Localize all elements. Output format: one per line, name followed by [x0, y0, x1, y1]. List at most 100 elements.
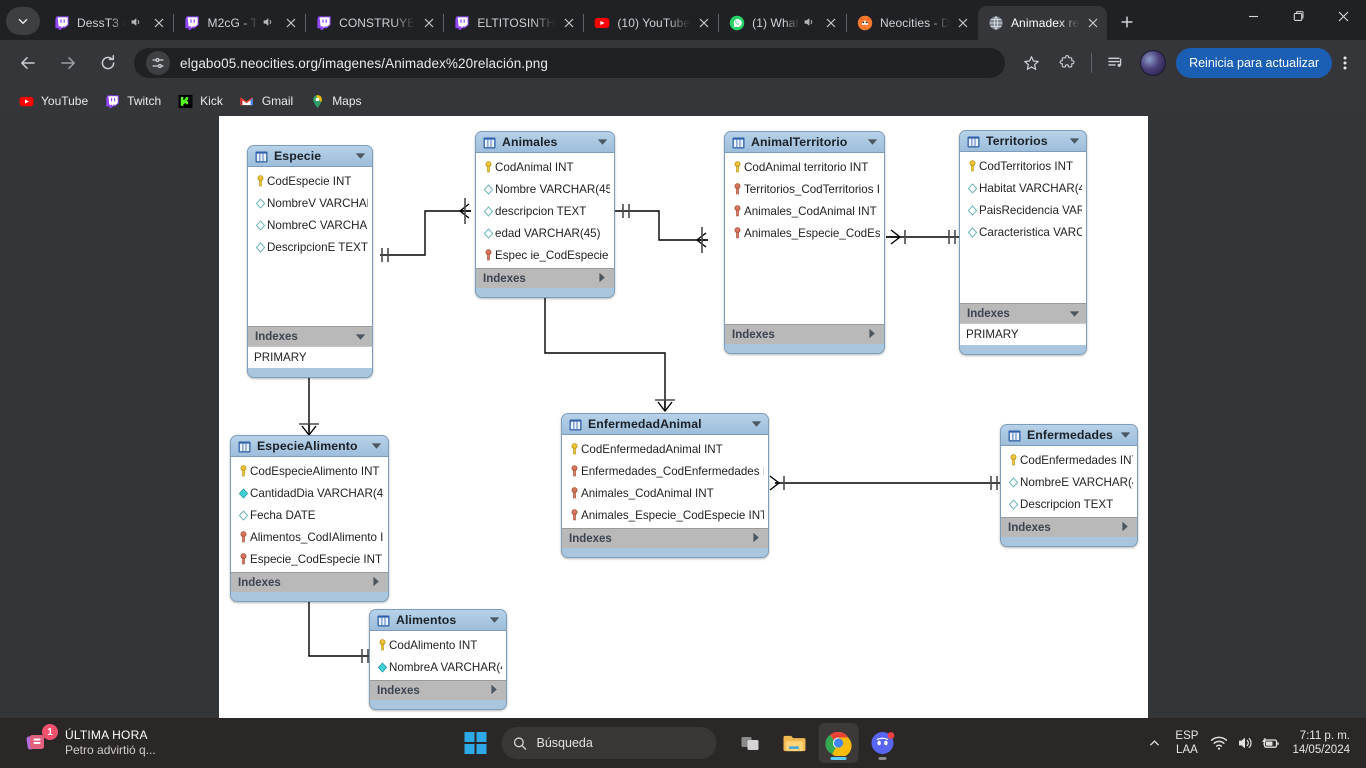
er-column[interactable]: PaisRecidencia VAR...: [960, 199, 1086, 221]
bookmark-item[interactable]: Twitch: [96, 89, 169, 113]
er-column[interactable]: Animales_Especie_CodEspecie INT: [562, 504, 768, 526]
er-table-enfermedades[interactable]: Enfermedades CodEnfermedades INT NombreE V…: [1000, 424, 1138, 547]
er-column[interactable]: Animales_CodAnimal INT: [562, 482, 768, 504]
er-column[interactable]: Especie_CodEspecie INT: [231, 548, 388, 570]
er-table-header[interactable]: EnfermedadAnimal: [562, 414, 768, 435]
er-table-especiealimento[interactable]: EspecieAlimento CodEspecieAlimento INT Can…: [230, 435, 389, 602]
indexes-caret-right-icon[interactable]: [752, 530, 762, 548]
collapse-caret-down-icon[interactable]: [371, 437, 382, 455]
tab-close-icon[interactable]: [560, 15, 577, 32]
task-view-button[interactable]: [731, 723, 771, 763]
back-button[interactable]: [12, 47, 44, 79]
collapse-caret-down-icon[interactable]: [1069, 132, 1080, 150]
language-indicator[interactable]: ESP LAA: [1175, 729, 1198, 757]
er-indexes-bar[interactable]: Indexes: [562, 528, 768, 548]
indexes-caret-down-icon[interactable]: [1069, 305, 1080, 323]
er-column[interactable]: Caracteristica VARC...: [960, 221, 1086, 243]
tab-audio-speaker-icon[interactable]: [129, 15, 145, 32]
er-table-alimentos[interactable]: Alimentos CodAlimento INT NombreA VARCHAR(…: [369, 609, 507, 710]
indexes-caret-right-icon[interactable]: [1121, 519, 1131, 537]
tab-close-icon[interactable]: [823, 15, 840, 32]
er-column[interactable]: Animales_CodAnimal INT: [725, 200, 884, 222]
file-explorer-button[interactable]: [775, 723, 815, 763]
er-column[interactable]: NombreA VARCHAR(45): [370, 656, 506, 678]
indexes-caret-right-icon[interactable]: [490, 682, 500, 700]
er-column[interactable]: Enfermedades_CodEnfermedades INT: [562, 460, 768, 482]
browser-tab[interactable]: Neocities - D: [847, 6, 978, 40]
er-indexes-bar[interactable]: Indexes: [248, 326, 372, 346]
er-column[interactable]: CodTerritorios INT: [960, 155, 1086, 177]
er-column[interactable]: CodAnimal territorio INT: [725, 156, 884, 178]
er-table-territorios[interactable]: Territorios CodTerritorios INT Habitat VAR…: [959, 130, 1087, 355]
volume-icon[interactable]: [1232, 726, 1258, 760]
er-column[interactable]: Nombre VARCHAR(45): [476, 178, 614, 200]
collapse-caret-down-icon[interactable]: [867, 133, 878, 151]
indexes-caret-right-icon[interactable]: [598, 270, 608, 288]
relaunch-to-update-button[interactable]: Reinicia para actualizar: [1176, 48, 1332, 78]
collapse-caret-down-icon[interactable]: [751, 415, 762, 433]
er-table-header[interactable]: AnimalTerritorio: [725, 132, 884, 153]
er-indexes-bar[interactable]: Indexes: [476, 268, 614, 288]
er-column[interactable]: Animales_Especie_CodEsp...: [725, 222, 884, 244]
er-column[interactable]: CodAnimal INT: [476, 156, 614, 178]
er-column[interactable]: CodEnfermedades INT: [1001, 449, 1137, 471]
er-table-header[interactable]: Enfermedades: [1001, 425, 1137, 446]
er-column[interactable]: CodEspecieAlimento INT: [231, 460, 388, 482]
collapse-caret-down-icon[interactable]: [489, 611, 500, 629]
bookmark-item[interactable]: YouTube: [10, 89, 96, 113]
tab-search-chevron-down-icon[interactable]: [6, 7, 40, 35]
browser-tab[interactable]: M2cG - T: [174, 6, 305, 40]
er-column[interactable]: CodAlimento INT: [370, 634, 506, 656]
indexes-caret-down-icon[interactable]: [355, 328, 366, 346]
er-table-header[interactable]: Alimentos: [370, 610, 506, 631]
tab-close-icon[interactable]: [150, 15, 167, 32]
er-table-header[interactable]: Territorios: [960, 131, 1086, 152]
window-close-button[interactable]: [1321, 0, 1366, 32]
browser-tab[interactable]: (1) What: [719, 6, 846, 40]
tab-close-icon[interactable]: [420, 15, 437, 32]
er-table-enfermedadanimal[interactable]: EnfermedadAnimal CodEnfermedadAnimal INT E…: [561, 413, 769, 558]
battery-charging-icon[interactable]: [1258, 726, 1284, 760]
er-indexes-bar[interactable]: Indexes: [960, 303, 1086, 323]
tab-close-icon[interactable]: [282, 15, 299, 32]
er-table-header[interactable]: Especie: [248, 146, 372, 167]
er-table-header[interactable]: Animales: [476, 132, 614, 153]
er-column[interactable]: NombreV VARCHAR...: [248, 192, 372, 214]
tray-overflow-chevron-up-icon[interactable]: [1141, 726, 1167, 760]
window-maximize-button[interactable]: [1276, 0, 1321, 32]
browser-tab[interactable]: (10) YouTube: [584, 6, 718, 40]
new-tab-button[interactable]: [1113, 8, 1141, 36]
media-playlist-icon[interactable]: [1101, 48, 1131, 78]
bookmark-item[interactable]: Gmail: [231, 89, 301, 113]
indexes-caret-right-icon[interactable]: [372, 574, 382, 592]
chrome-menu-kebab-icon[interactable]: [1332, 48, 1358, 78]
er-column[interactable]: Espec ie_CodEspecie INT: [476, 244, 614, 266]
er-column[interactable]: CodEnfermedadAnimal INT: [562, 438, 768, 460]
news-toast[interactable]: 1 ÚLTIMA HORA Petro advirtió q...: [24, 724, 156, 758]
er-index-row[interactable]: PRIMARY: [248, 346, 372, 368]
extensions-puzzle-icon[interactable]: [1052, 48, 1082, 78]
collapse-caret-down-icon[interactable]: [355, 147, 366, 165]
er-table-animalterritorio[interactable]: AnimalTerritorio CodAnimal territorio INT…: [724, 131, 885, 354]
browser-tab-active[interactable]: Animadex re: [977, 6, 1108, 40]
taskbar-search-box[interactable]: Búsqueda: [501, 727, 717, 759]
profile-avatar[interactable]: [1140, 50, 1167, 76]
google-chrome-button[interactable]: [818, 723, 859, 763]
browser-tab[interactable]: DessT3 -: [44, 6, 173, 40]
er-column[interactable]: NombreC VARCHAR...: [248, 214, 372, 236]
er-indexes-bar[interactable]: Indexes: [1001, 517, 1137, 537]
er-indexes-bar[interactable]: Indexes: [370, 680, 506, 700]
er-table-especie[interactable]: Especie CodEspecie INT NombreV VARCHAR... N…: [247, 145, 373, 378]
collapse-caret-down-icon[interactable]: [1120, 426, 1131, 444]
bookmark-star-icon[interactable]: [1016, 48, 1046, 78]
collapse-caret-down-icon[interactable]: [597, 133, 608, 151]
er-column[interactable]: CodEspecie INT: [248, 170, 372, 192]
wifi-icon[interactable]: [1206, 726, 1232, 760]
site-settings-tune-icon[interactable]: [146, 51, 170, 75]
er-indexes-bar[interactable]: Indexes: [725, 324, 884, 344]
er-column[interactable]: edad VARCHAR(45): [476, 222, 614, 244]
er-column[interactable]: descripcion TEXT: [476, 200, 614, 222]
er-index-row[interactable]: PRIMARY: [960, 323, 1086, 345]
browser-tab[interactable]: ELTITOSINTH: [444, 6, 583, 40]
tab-audio-speaker-icon[interactable]: [261, 15, 277, 32]
